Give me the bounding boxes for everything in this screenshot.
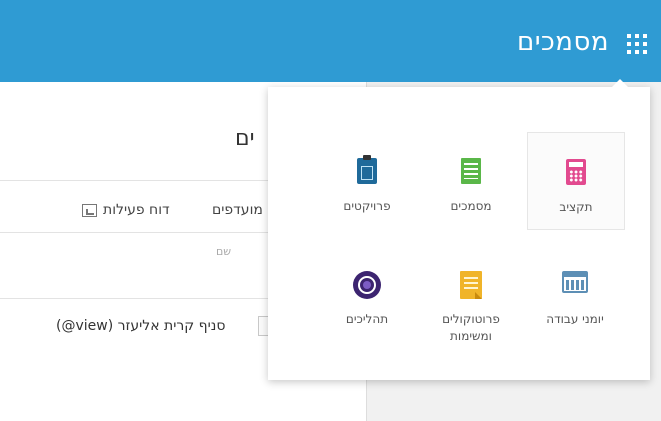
page-title: ים xyxy=(235,126,255,151)
table-row-branch[interactable]: סניף קרית אליעזר (view@) xyxy=(56,318,225,334)
tile-label: פרוטוקולים ומשימות xyxy=(442,312,500,343)
tile-label: תקציב xyxy=(559,200,593,214)
notes-icon xyxy=(460,271,482,299)
app-launcher-icon[interactable] xyxy=(627,34,647,54)
report-link-label: דוח פעילות xyxy=(103,202,170,218)
app-tile-budget[interactable]: תקציב xyxy=(527,132,625,230)
spreadsheet-icon xyxy=(461,158,481,184)
favorites-link[interactable]: מועדפים xyxy=(212,202,263,218)
tile-label: יומני עבודה xyxy=(546,312,604,326)
app-tile-documents[interactable]: מסמכים xyxy=(423,132,519,228)
chart-icon xyxy=(82,203,97,217)
clipboard-icon xyxy=(357,155,377,184)
tile-label: מסמכים xyxy=(450,199,492,213)
app-tile-work-logs[interactable]: יומני עבודה xyxy=(527,245,623,341)
top-bar: מסמכים xyxy=(0,0,661,82)
calculator-icon xyxy=(566,159,586,185)
app-tile-processes[interactable]: תהליכים xyxy=(319,245,415,341)
tile-label: פרויקטים xyxy=(343,199,391,213)
apps-menu-popup: תקציב מסמכים פרויקטים יומני עבודה פרוטוק… xyxy=(268,79,650,380)
popup-arrow xyxy=(612,79,628,87)
column-header-name[interactable]: שם xyxy=(216,245,231,258)
app-tile-protocols[interactable]: פרוטוקולים ומשימות xyxy=(423,245,519,343)
tile-label: תהליכים xyxy=(345,312,389,326)
process-icon xyxy=(353,271,381,299)
calendar-icon xyxy=(562,271,588,293)
activity-report-link[interactable]: דוח פעילות xyxy=(82,202,170,218)
app-tile-projects[interactable]: פרויקטים xyxy=(319,132,415,228)
app-title[interactable]: מסמכים xyxy=(517,27,609,57)
